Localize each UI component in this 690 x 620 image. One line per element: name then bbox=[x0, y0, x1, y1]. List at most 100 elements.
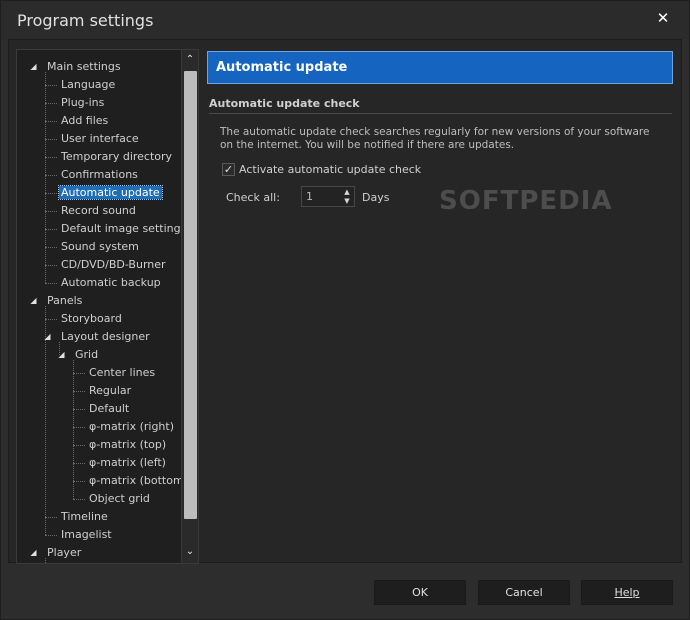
tree-item[interactable]: Grid bbox=[73, 346, 100, 364]
tree-item[interactable]: Add files bbox=[59, 112, 110, 130]
tree-item-label: Object grid bbox=[89, 492, 150, 505]
tree-item[interactable]: φ-matrix (bottom) bbox=[87, 472, 181, 490]
tree-item[interactable]: Imagelist bbox=[59, 526, 114, 544]
tree-item[interactable]: Main settings bbox=[45, 58, 123, 76]
interval-stepper[interactable]: 1 ▲ ▼ bbox=[301, 186, 355, 207]
tree-item[interactable]: Sound system bbox=[59, 238, 141, 256]
tree-item-label: φ-matrix (right) bbox=[89, 420, 175, 433]
tree-item-label: Panels bbox=[47, 294, 83, 307]
tree-connector bbox=[59, 342, 60, 355]
tree-connector bbox=[45, 558, 46, 563]
section-divider bbox=[209, 113, 672, 114]
tree-item-label: φ-matrix (bottom) bbox=[89, 474, 181, 487]
close-icon[interactable]: ✕ bbox=[655, 10, 671, 26]
tree-connector bbox=[45, 306, 46, 535]
tree-item-label: Regular bbox=[89, 384, 132, 397]
settings-content-pane: Automatic update Automatic update check … bbox=[207, 49, 673, 564]
tree-item-label: Default bbox=[89, 402, 130, 415]
tree-item-label: User interface bbox=[61, 132, 139, 145]
tree-connector bbox=[45, 517, 57, 518]
tree-item-label: Plug-ins bbox=[61, 96, 105, 109]
interval-unit-label: Days bbox=[362, 191, 390, 204]
tree-item[interactable]: Automatic backup bbox=[59, 274, 163, 292]
ok-button[interactable]: OK bbox=[374, 580, 466, 605]
tree-item-label: Storyboard bbox=[61, 312, 122, 325]
tree-item[interactable]: Plug-ins bbox=[59, 94, 106, 112]
tree-item-label: Temporary directory bbox=[61, 150, 173, 163]
tree-item[interactable]: Object grid bbox=[87, 490, 152, 508]
tree-connector bbox=[45, 247, 57, 248]
tree-item[interactable]: Automatic update bbox=[58, 184, 163, 202]
tree-item[interactable]: Timeline bbox=[59, 508, 110, 526]
spin-down-icon[interactable]: ▼ bbox=[342, 197, 352, 205]
expand-triangle-icon[interactable]: ◢ bbox=[29, 296, 38, 305]
interval-value[interactable]: 1 bbox=[306, 190, 313, 203]
tree-item[interactable]: CD/DVD/BD-Burner bbox=[59, 256, 168, 274]
tree-item[interactable]: Center lines bbox=[87, 364, 157, 382]
tree-item[interactable]: Regular bbox=[87, 382, 133, 400]
tree-item[interactable]: User interface bbox=[59, 130, 141, 148]
tree-connector bbox=[73, 481, 85, 482]
tree-item-label: Sound system bbox=[61, 240, 139, 253]
tree-item-label: Layout designer bbox=[61, 330, 150, 343]
softpedia-watermark: SOFTPEDIA bbox=[439, 186, 613, 216]
scroll-down-icon[interactable]: ⌄ bbox=[182, 543, 198, 560]
tree-item[interactable]: Language bbox=[59, 76, 117, 94]
tree-connector bbox=[45, 103, 57, 104]
tree-connector bbox=[73, 409, 85, 410]
tree-item-label: Player bbox=[47, 546, 82, 559]
settings-tree-panel: Main settings ◢ Language Plug-ins Add files U… bbox=[16, 49, 199, 564]
tree-scrollbar[interactable]: ⌃ ⌄ bbox=[181, 50, 198, 563]
tree-connector bbox=[45, 175, 57, 176]
scroll-up-icon[interactable]: ⌃ bbox=[182, 51, 198, 68]
spin-up-icon[interactable]: ▲ bbox=[342, 188, 352, 196]
tree-connector bbox=[45, 85, 57, 86]
tree-item-label: Automatic backup bbox=[61, 276, 161, 289]
section-title: Automatic update check bbox=[209, 97, 360, 110]
tree-item[interactable]: Temporary directory bbox=[59, 148, 174, 166]
expand-triangle-icon[interactable]: ◢ bbox=[29, 548, 38, 557]
tree-item[interactable]: Player bbox=[45, 544, 83, 562]
dialog-body: Main settings ◢ Language Plug-ins Add files U… bbox=[8, 39, 682, 564]
tree-item[interactable]: Storyboard bbox=[59, 310, 124, 328]
tree-item-label: Add files bbox=[61, 114, 109, 127]
tree-item-label: Imagelist bbox=[61, 528, 112, 541]
tree-item[interactable]: φ-matrix (right) bbox=[87, 418, 176, 436]
tree-item[interactable]: Confirmations bbox=[59, 166, 140, 184]
tree-item-label: Timeline bbox=[61, 510, 108, 523]
tree-item[interactable]: φ-matrix (left) bbox=[87, 454, 168, 472]
settings-tree[interactable]: Main settings ◢ Language Plug-ins Add files U… bbox=[17, 50, 181, 563]
section-description: The automatic update check searches regu… bbox=[220, 126, 650, 151]
tree-item-label: Default image settings bbox=[61, 222, 181, 235]
tree-connector bbox=[45, 283, 57, 284]
tree-item[interactable]: Layout designer bbox=[59, 328, 152, 346]
page-header: Automatic update bbox=[207, 51, 673, 84]
cancel-button[interactable]: Cancel bbox=[478, 580, 570, 605]
tree-item[interactable]: Panels bbox=[45, 292, 84, 310]
tree-item[interactable]: Default image settings bbox=[59, 220, 181, 238]
tree-connector bbox=[45, 157, 57, 158]
tree-connector bbox=[73, 499, 85, 500]
tree-item[interactable]: Default bbox=[87, 400, 131, 418]
window-title: Program settings bbox=[17, 11, 154, 30]
tree-item[interactable]: Hardware acceleration bbox=[59, 562, 181, 563]
tree-item-label: φ-matrix (left) bbox=[89, 456, 166, 469]
tree-connector bbox=[73, 427, 85, 428]
tree-item-label: Main settings bbox=[47, 60, 121, 73]
tree-connector bbox=[45, 535, 57, 536]
tree-connector bbox=[45, 265, 57, 266]
tree-item-label: Grid bbox=[75, 348, 99, 361]
title-bar: Program settings ✕ bbox=[1, 1, 689, 39]
tree-item[interactable]: φ-matrix (top) bbox=[87, 436, 168, 454]
tree-connector bbox=[45, 193, 57, 194]
tree-connector bbox=[45, 211, 57, 212]
tree-connector bbox=[73, 373, 85, 374]
tree-item[interactable]: Record sound bbox=[59, 202, 138, 220]
tree-item-label: Confirmations bbox=[61, 168, 138, 181]
auto-update-checkbox-label[interactable]: Activate automatic update check bbox=[239, 163, 421, 176]
scrollbar-thumb[interactable] bbox=[184, 71, 197, 519]
help-button[interactable]: Help bbox=[581, 580, 673, 605]
auto-update-checkbox[interactable]: ✓ bbox=[222, 163, 235, 176]
expand-triangle-icon[interactable]: ◢ bbox=[29, 62, 38, 71]
tree-connector bbox=[73, 463, 85, 464]
